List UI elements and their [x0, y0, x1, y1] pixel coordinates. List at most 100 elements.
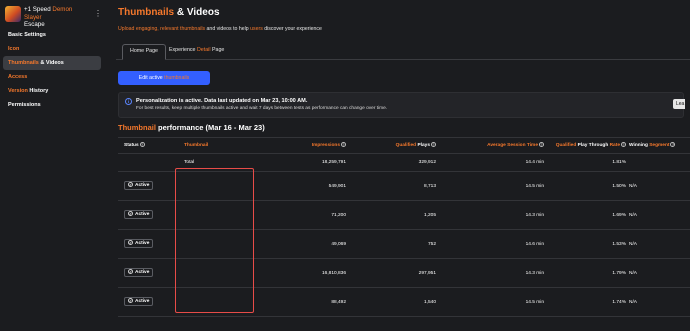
tab-home-page[interactable]: Home Page	[122, 44, 166, 60]
winning-segment-cell: N/A	[629, 184, 637, 189]
header-label: Segment	[649, 143, 670, 148]
help-icon[interactable]: ?	[341, 142, 346, 148]
sidebar: +1 Speed Demon Slayer Escape ⋮ Basic Sett…	[0, 0, 105, 331]
page-title-accent: Thumbnails	[118, 7, 175, 18]
sidebar-item-version-history[interactable]: Version History	[3, 84, 101, 98]
tab-experience-detail-page[interactable]: Experience Detail Page	[162, 46, 231, 59]
qualified-plays-cell: 752	[427, 242, 436, 247]
notice-body: For best results, keep multiple thumbnai…	[136, 106, 388, 111]
average-session-time-cell: 14.3 min	[525, 271, 544, 276]
help-icon[interactable]: ?	[621, 142, 626, 148]
help-icon[interactable]: ?	[139, 142, 145, 148]
kebab-menu-icon[interactable]: ⋮	[94, 10, 102, 21]
redaction-box	[175, 168, 254, 313]
sidebar-item-label-accent: Version	[8, 88, 28, 94]
header-label: Qualified	[395, 143, 417, 148]
check-circle-icon: ✓	[128, 298, 133, 304]
experience-header[interactable]: +1 Speed Demon Slayer Escape ⋮	[5, 6, 103, 28]
impressions-cell: 549,901	[328, 184, 346, 189]
column-header-thumbnail: Thumbnail	[184, 138, 208, 154]
qualified-plays-cell: 297,951	[418, 271, 436, 276]
qualified-plays-cell: 1,205	[423, 213, 436, 218]
qualified-plays-cell: 8,713	[423, 184, 436, 189]
total-average-session-time: 14.4 min	[525, 160, 544, 165]
status-label: Active	[135, 241, 150, 247]
status-badge: ✓ Active	[124, 297, 154, 307]
qptr-cell: 1.50%	[612, 184, 626, 189]
column-header-status[interactable]: Status?	[124, 138, 145, 154]
status-cell: ✓ Active	[124, 288, 154, 317]
sidebar-item-thumbnails-videos[interactable]: Thumbnails & Videos	[3, 56, 101, 70]
tab-label: Experience	[169, 47, 197, 53]
help-icon[interactable]: ?	[539, 142, 544, 148]
qptr-cell: 1.53%	[612, 242, 626, 247]
subtitle-part: Upload engaging, relevant	[118, 26, 179, 32]
average-session-time-cell: 14.5 min	[525, 184, 544, 189]
total-qptr: 1.81%	[612, 160, 626, 165]
header-label: Average Session Time	[487, 143, 538, 148]
qualified-plays-cell: 1,540	[423, 300, 436, 305]
sidebar-nav: Basic Settings Icon Thumbnails & Videos …	[3, 28, 101, 112]
header-label: Thumbnail	[184, 143, 209, 148]
average-session-time-cell: 14.6 min	[525, 242, 544, 247]
header-label: Plays	[416, 143, 430, 148]
subtitle-part: and videos to help	[205, 26, 251, 32]
tab-label-suffix: Page	[210, 47, 225, 53]
header-label: Play Through	[576, 143, 610, 148]
personalization-notice: i Personalization is active. Data last u…	[118, 92, 685, 118]
impressions-cell: 16,810,836	[321, 271, 346, 276]
status-badge: ✓ Active	[124, 210, 154, 220]
status-cell: ✓ Active	[124, 230, 154, 259]
impressions-cell: 71,200	[331, 213, 346, 218]
learn-more-button[interactable]: Lea	[673, 99, 685, 109]
winning-segment-cell: N/A	[629, 242, 637, 247]
qptr-cell: 1.79%	[612, 271, 626, 276]
average-session-time-cell: 14.5 min	[525, 300, 544, 305]
column-header-average-session-time[interactable]: Average Session Time?	[440, 138, 544, 154]
sidebar-item-permissions[interactable]: Permissions	[3, 98, 101, 112]
column-header-qualified-play-through-rate[interactable]: Qualified Play Through Rate?	[548, 138, 626, 154]
status-label: Active	[135, 183, 150, 189]
average-session-time-cell: 14.3 min	[525, 213, 544, 218]
section-title: Thumbnail performance (Mar 16 - Mar 23)	[118, 123, 265, 132]
column-header-impressions[interactable]: Impressions?	[270, 138, 346, 154]
status-cell: ✓ Active	[124, 172, 154, 201]
tab-label-accent: Detail	[196, 47, 211, 53]
sidebar-item-basic-settings[interactable]: Basic Settings	[3, 28, 101, 42]
winning-segment-cell: N/A	[629, 213, 637, 218]
experience-title-prefix: +1 Speed	[24, 6, 53, 13]
edit-active-thumbnails-button[interactable]: Edit active thumbnails	[118, 71, 210, 85]
status-badge: ✓ Active	[124, 239, 154, 249]
tab-bar: Home Page Experience Detail Page	[116, 42, 690, 60]
table-header: Status? Thumbnail Impressions? Qualified…	[118, 138, 690, 154]
help-icon[interactable]: ?	[431, 142, 436, 148]
tab-label: Home Page	[130, 48, 158, 54]
check-circle-icon: ✓	[128, 182, 133, 188]
column-header-winning-segment[interactable]: Winning Segment?	[629, 138, 676, 154]
section-title-accent: Thumbnail	[118, 123, 156, 132]
header-label: Impressions	[311, 143, 340, 148]
help-icon[interactable]: ?	[670, 142, 676, 148]
status-label: Active	[135, 270, 150, 276]
column-header-qualified-plays[interactable]: Qualified Plays?	[348, 138, 436, 154]
qptr-cell: 1.69%	[612, 213, 626, 218]
sidebar-item-access[interactable]: Access	[3, 70, 101, 84]
qptr-cell: 1.74%	[612, 300, 626, 305]
header-label: Winning	[629, 143, 650, 148]
header-label: Status	[124, 143, 139, 148]
sidebar-item-label: Basic Settings	[8, 32, 46, 38]
status-label: Active	[135, 212, 150, 218]
sidebar-item-label: & Videos	[38, 60, 64, 66]
header-label: Qualified	[555, 143, 577, 148]
sidebar-item-icon[interactable]: Icon	[3, 42, 101, 56]
status-label: Active	[135, 299, 150, 305]
total-impressions: 18,259,791	[321, 160, 346, 165]
check-circle-icon: ✓	[128, 211, 133, 217]
info-icon: i	[125, 98, 132, 105]
subtitle-part: users	[250, 26, 263, 32]
experience-title: +1 Speed Demon Slayer Escape	[24, 6, 90, 29]
button-label: Edit active	[138, 75, 165, 81]
header-label: Rate	[609, 143, 620, 148]
page-title-rest: & Videos	[174, 7, 220, 18]
status-cell: ✓ Active	[124, 259, 154, 288]
